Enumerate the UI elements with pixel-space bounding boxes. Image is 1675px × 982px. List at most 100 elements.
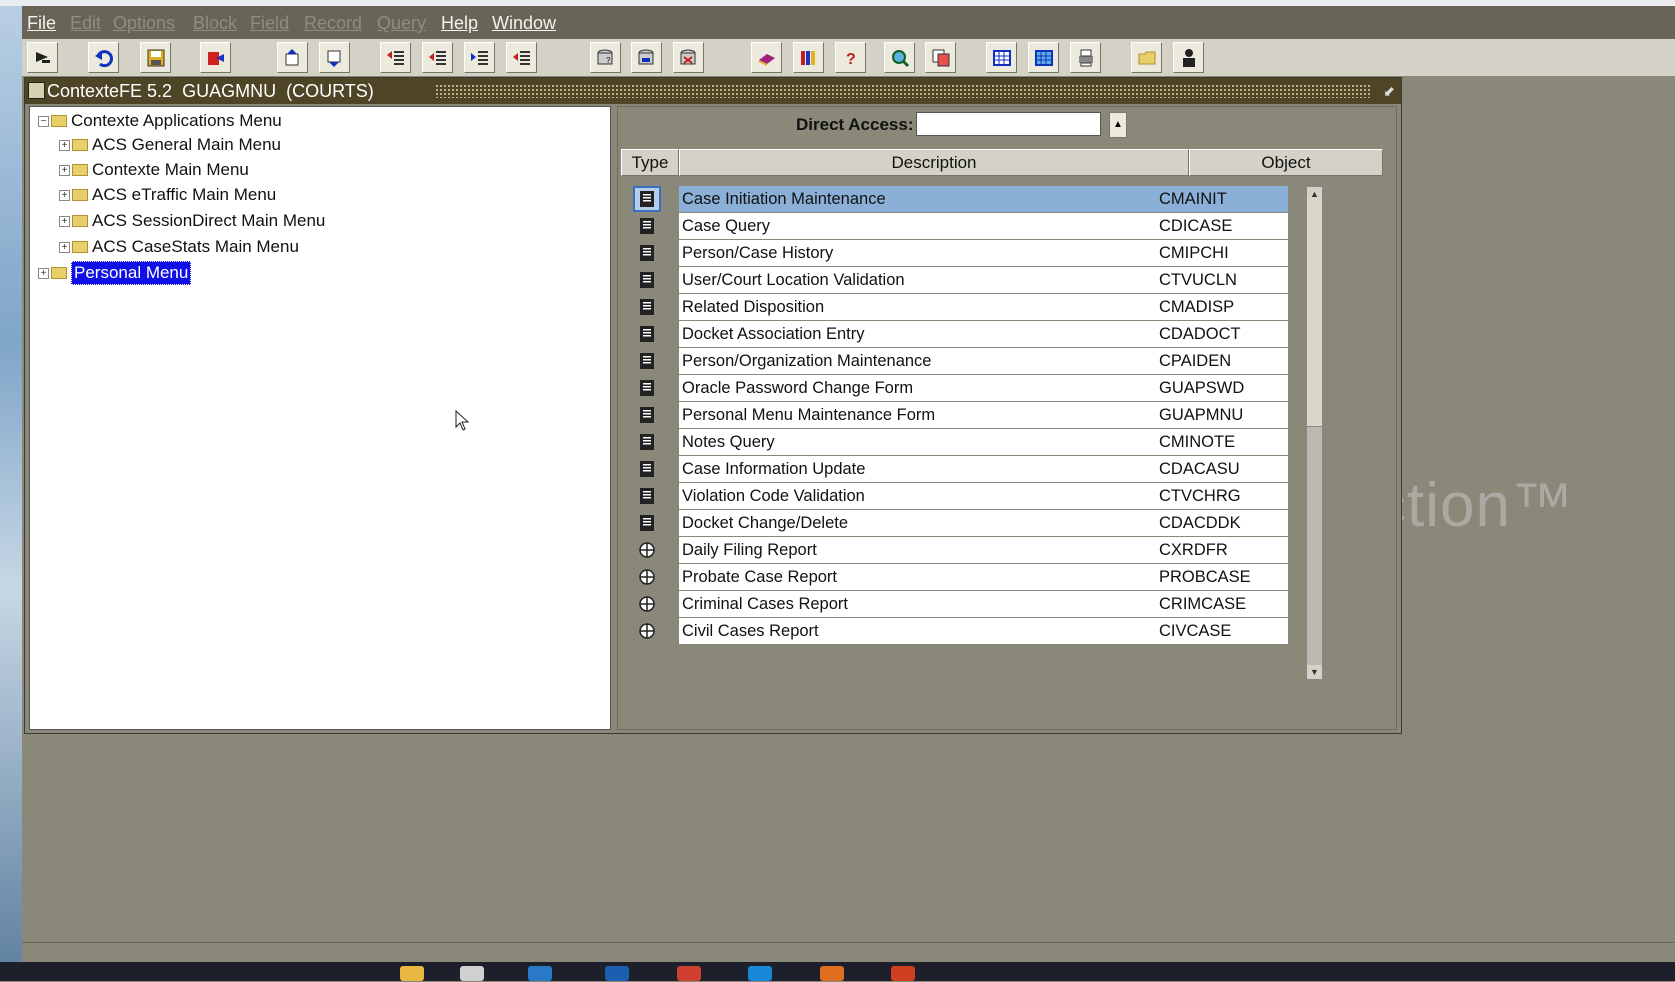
row-object[interactable]: CMIPCHI xyxy=(1156,240,1288,266)
copy-button[interactable] xyxy=(925,42,956,73)
scrollbar-thumb[interactable] xyxy=(1307,197,1322,427)
form-type-cell[interactable] xyxy=(635,296,659,318)
expand-icon[interactable]: + xyxy=(38,267,49,279)
taskbar-app-icon[interactable] xyxy=(677,966,701,981)
row-description[interactable]: Person/Organization Maintenance xyxy=(679,348,1164,374)
printer-button[interactable] xyxy=(1070,42,1101,73)
row-description[interactable]: Probate Case Report xyxy=(679,564,1164,590)
tree-item-contexte-main[interactable]: + Contexte Main Menu xyxy=(59,158,249,182)
direct-access-dropdown-button[interactable]: ▲ xyxy=(1109,112,1127,138)
row-description[interactable]: User/Court Location Validation xyxy=(679,267,1164,293)
expand-icon[interactable]: + xyxy=(59,139,70,151)
row-description[interactable]: Case Initiation Maintenance xyxy=(679,186,1164,212)
book-button[interactable] xyxy=(751,42,782,73)
row-description[interactable]: Notes Query xyxy=(679,429,1164,455)
user-button[interactable] xyxy=(1173,42,1204,73)
row-description[interactable]: Violation Code Validation xyxy=(679,483,1164,509)
help-button[interactable]: ? xyxy=(835,42,866,73)
taskbar-app-icon[interactable] xyxy=(460,966,484,981)
expand-icon[interactable]: + xyxy=(59,164,70,176)
rollback-button[interactable] xyxy=(88,42,119,73)
row-description[interactable]: Docket Change/Delete xyxy=(679,510,1164,536)
form-type-cell[interactable] xyxy=(635,458,659,480)
row-object[interactable]: CIVCASE xyxy=(1156,618,1288,644)
delete-record-button[interactable] xyxy=(506,42,537,73)
form-type-cell[interactable] xyxy=(633,186,661,212)
outlook-icon[interactable] xyxy=(605,966,629,981)
menu-block[interactable]: Block xyxy=(193,13,237,34)
tree-item-acs-sessiondirect[interactable]: + ACS SessionDirect Main Menu xyxy=(59,209,325,233)
row-description[interactable]: Civil Cases Report xyxy=(679,618,1164,644)
form-type-cell[interactable] xyxy=(635,242,659,264)
insert-record-button[interactable] xyxy=(464,42,495,73)
row-object[interactable]: CMINOTE xyxy=(1156,429,1288,455)
previous-block-button[interactable] xyxy=(277,42,308,73)
row-object[interactable]: CDACDDK xyxy=(1156,510,1288,536)
form-type-cell[interactable] xyxy=(635,323,659,345)
row-description[interactable]: Daily Filing Report xyxy=(679,537,1164,563)
exit-button[interactable] xyxy=(27,42,58,73)
search-button[interactable] xyxy=(884,42,915,73)
report-type-cell[interactable] xyxy=(635,566,659,588)
expand-icon[interactable]: + xyxy=(59,215,70,227)
row-object[interactable]: CMADISP xyxy=(1156,294,1288,320)
collapse-icon[interactable]: − xyxy=(38,115,49,127)
menu-field[interactable]: Field xyxy=(250,13,289,34)
row-description[interactable]: Oracle Password Change Form xyxy=(679,375,1164,401)
column-header-type[interactable]: Type xyxy=(621,149,679,176)
maximize-icon[interactable]: ⬋ xyxy=(1383,83,1395,100)
row-object[interactable]: PROBCASE xyxy=(1156,564,1288,590)
scroll-down-arrow[interactable]: ▼ xyxy=(1307,665,1322,679)
form-type-cell[interactable] xyxy=(635,512,659,534)
row-description[interactable]: Personal Menu Maintenance Form xyxy=(679,402,1164,428)
row-description[interactable]: Person/Case History xyxy=(679,240,1164,266)
next-block-button[interactable] xyxy=(319,42,350,73)
row-description[interactable]: Docket Association Entry xyxy=(679,321,1164,347)
report-type-cell[interactable] xyxy=(635,539,659,561)
tree-item-acs-etraffic[interactable]: + ACS eTraffic Main Menu xyxy=(59,183,276,207)
execute-query-button[interactable] xyxy=(631,42,662,73)
menu-file[interactable]: File xyxy=(27,13,56,34)
form-type-cell[interactable] xyxy=(635,485,659,507)
expand-icon[interactable]: + xyxy=(59,189,70,201)
save-button[interactable] xyxy=(140,42,171,73)
taskbar-app-icon[interactable] xyxy=(820,966,844,981)
list-scrollbar[interactable]: ▲ ▼ xyxy=(1306,186,1323,680)
row-description[interactable]: Case Query xyxy=(679,213,1164,239)
folder-button[interactable] xyxy=(1131,42,1162,73)
form-type-cell[interactable] xyxy=(635,269,659,291)
print-button[interactable] xyxy=(200,42,231,73)
enter-query-button[interactable]: ? xyxy=(590,42,621,73)
tree-item-acs-general[interactable]: + ACS General Main Menu xyxy=(59,133,281,157)
menu-query[interactable]: Query xyxy=(377,13,426,34)
cancel-query-button[interactable] xyxy=(673,42,704,73)
menu-window[interactable]: Window xyxy=(492,13,556,34)
row-object[interactable]: CDADOCT xyxy=(1156,321,1288,347)
next-record-button[interactable] xyxy=(422,42,453,73)
row-object[interactable]: CDICASE xyxy=(1156,213,1288,239)
grid-button[interactable] xyxy=(986,42,1017,73)
tree-item-personal-menu[interactable]: + Personal Menu xyxy=(38,261,192,285)
skype-icon[interactable] xyxy=(748,966,772,981)
row-object[interactable]: CTVUCLN xyxy=(1156,267,1288,293)
row-description[interactable]: Related Disposition xyxy=(679,294,1164,320)
menu-options[interactable]: Options xyxy=(113,13,175,34)
menu-help[interactable]: Help xyxy=(441,13,478,34)
row-object[interactable]: CRIMCASE xyxy=(1156,591,1288,617)
row-object[interactable]: CDACASU xyxy=(1156,456,1288,482)
report-type-cell[interactable] xyxy=(635,620,659,642)
form-type-cell[interactable] xyxy=(635,404,659,426)
form-type-cell[interactable] xyxy=(635,215,659,237)
row-object[interactable]: CMAINIT xyxy=(1156,186,1288,212)
direct-access-input[interactable] xyxy=(916,112,1101,136)
row-description[interactable]: Case Information Update xyxy=(679,456,1164,482)
expand-icon[interactable]: + xyxy=(59,241,70,253)
row-object[interactable]: CTVCHRG xyxy=(1156,483,1288,509)
form-type-cell[interactable] xyxy=(635,350,659,372)
report-type-cell[interactable] xyxy=(635,593,659,615)
window-titlebar[interactable]: ContexteFE 5.2 GUAGMNU (COURTS) ⬋ xyxy=(25,78,1401,104)
column-header-object[interactable]: Object xyxy=(1189,149,1383,176)
row-object[interactable]: CXRDFR xyxy=(1156,537,1288,563)
calculator-button[interactable] xyxy=(1028,42,1059,73)
menu-edit[interactable]: Edit xyxy=(70,13,101,34)
